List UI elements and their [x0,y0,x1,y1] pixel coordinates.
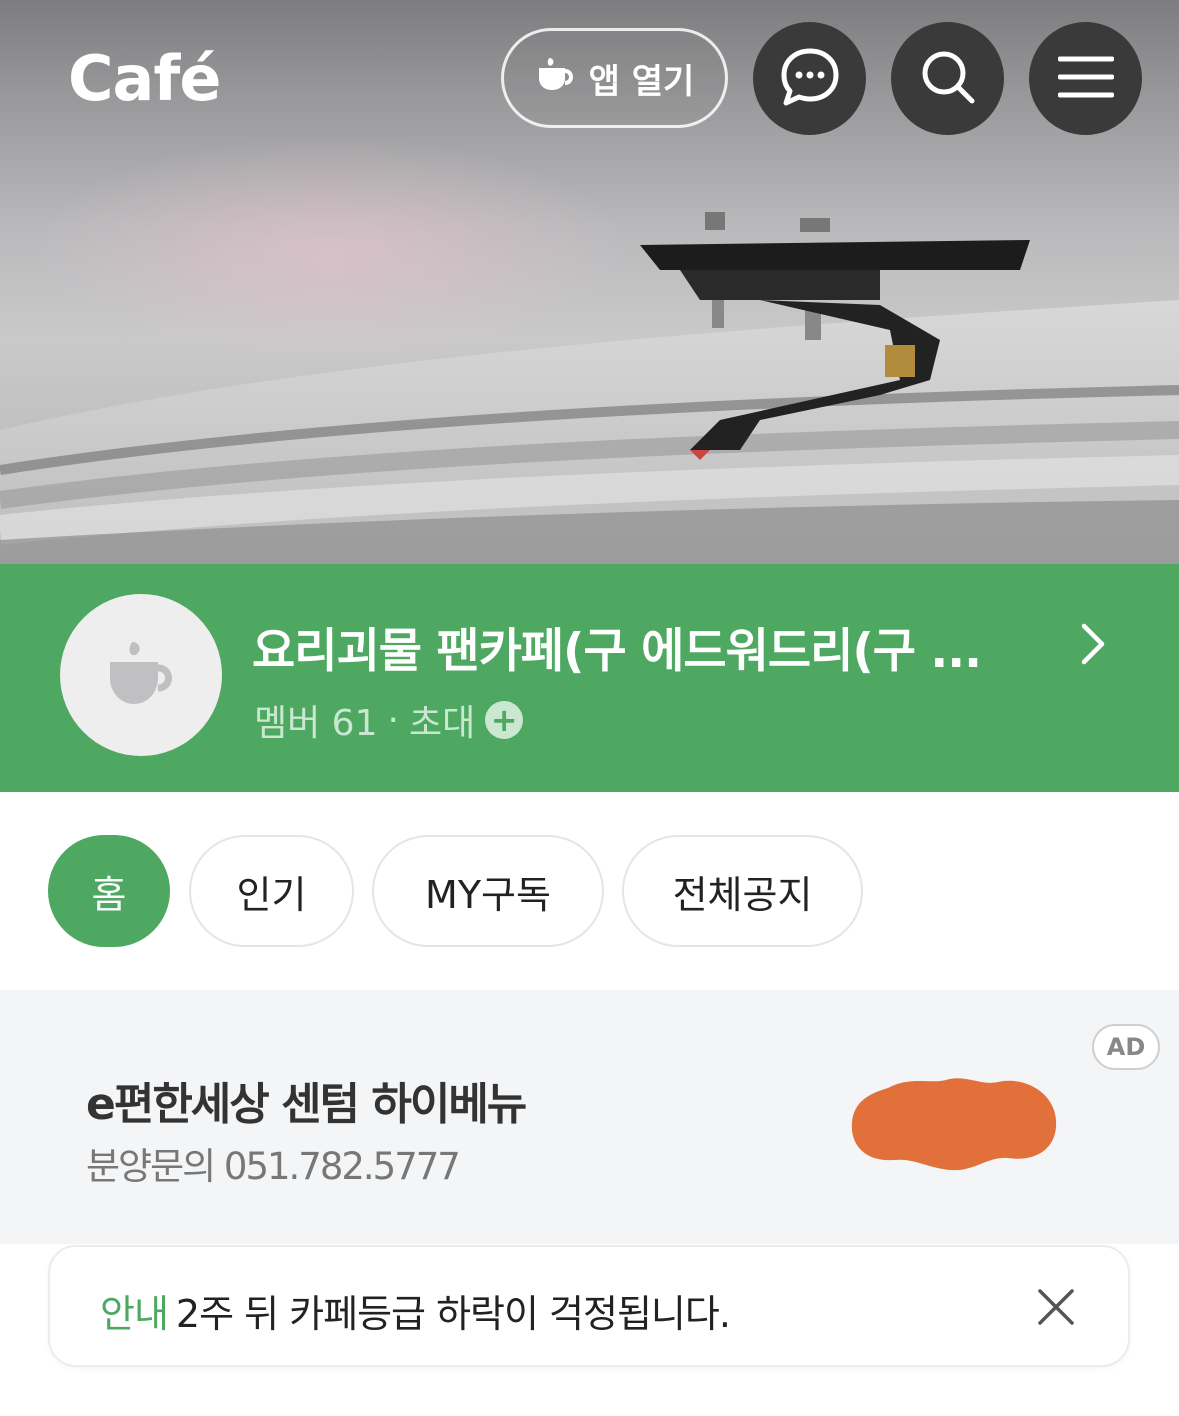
ad-subtitle: 분양문의 051.782.5777 [86,1145,461,1188]
notice-label: 안내 [100,1292,169,1336]
invite-label[interactable]: 초대 [409,694,475,746]
ad-image[interactable] [848,1074,1060,1176]
tab-popular[interactable]: 인기 [189,835,354,947]
invite-plus-icon[interactable]: + [485,701,524,739]
cafe-name[interactable]: 요리괴물 팬카페(구 에드워드리(구 ... [252,612,1032,681]
cafe-cover-image: Café 앱 열기 [0,0,1179,564]
tab-home[interactable]: 홈 [48,835,170,947]
notice-text: 2주 뒤 카페등급 하락이 걱정됩니다. [175,1292,731,1336]
chat-button[interactable] [753,22,866,135]
ad-title[interactable]: e편한세상 센텀 하이베뉴 [86,1068,527,1132]
chat-bubble-icon [778,45,842,113]
chevron-right-icon[interactable] [1072,620,1112,672]
cafe-info-bar[interactable]: 요리괴물 팬카페(구 에드워드리(구 ... 멤버 61 · 초대 + [0,564,1179,792]
ad-badge[interactable]: AD [1092,1024,1160,1070]
search-button[interactable] [891,22,1004,135]
cafe-avatar[interactable] [60,594,222,756]
menu-button[interactable] [1029,22,1142,135]
hamburger-menu-icon [1057,53,1114,105]
meta-separator: · [387,699,399,741]
tab-all-notices[interactable]: 전체공지 [622,835,863,947]
ad-banner[interactable]: AD e편한세상 센텀 하이베뉴 분양문의 051.782.5777 [0,990,1179,1244]
member-count: 멤버 61 [254,703,378,744]
cafe-logo[interactable]: Café [68,42,221,115]
coffee-cup-icon [535,54,575,103]
notice-message: 안내 2주 뒤 카페등급 하락이 걱정됩니다. [100,1283,731,1338]
notice-card[interactable]: 안내 2주 뒤 카페등급 하락이 걱정됩니다. [48,1245,1130,1367]
tab-my-subscriptions[interactable]: MY구독 [372,835,604,947]
open-app-label: 앱 열기 [588,61,695,102]
coffee-cup-icon [106,638,176,712]
search-icon [918,47,978,111]
open-app-button[interactable]: 앱 열기 [501,28,728,128]
close-icon[interactable] [1036,1287,1076,1331]
cafe-meta: 멤버 61 · 초대 + [254,694,524,746]
